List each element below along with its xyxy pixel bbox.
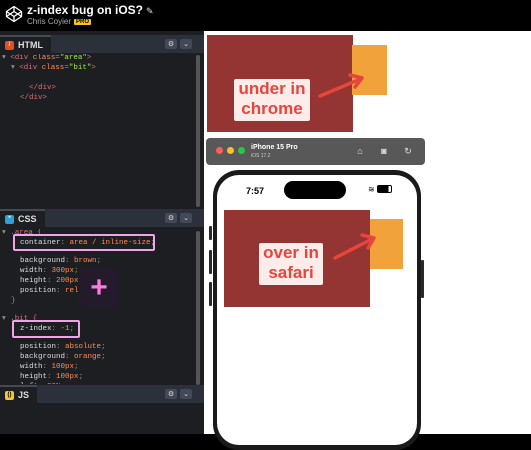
highlight-container-line bbox=[13, 234, 155, 251]
screenshot-camera-icon[interactable]: ◙ bbox=[378, 145, 390, 157]
rotate-icon[interactable]: ↻ bbox=[402, 145, 414, 157]
tab-js[interactable]: () JS bbox=[0, 385, 38, 403]
html-icon: / bbox=[5, 40, 14, 50]
arrow-icon-bottom bbox=[333, 233, 376, 260]
tab-js-label: JS bbox=[18, 390, 30, 400]
html-code-area[interactable]: ▾ <div class="area"> ▾ <div class="bit">… bbox=[0, 54, 196, 204]
author-name[interactable]: Chris Coyier bbox=[27, 17, 71, 26]
close-window-icon[interactable] bbox=[216, 147, 223, 154]
js-settings-gear-icon[interactable]: ⚙ bbox=[165, 389, 177, 399]
zoom-window-icon[interactable] bbox=[238, 147, 245, 154]
simulator-os-version: iOS 17.2 bbox=[251, 153, 271, 159]
html-collapse-chevron-icon[interactable]: ⌄ bbox=[180, 39, 192, 49]
edit-pencil-icon[interactable]: ✎ bbox=[146, 6, 154, 16]
css-editor-header: * CSS ⚙ ⌄ bbox=[0, 209, 204, 227]
phone-power-button bbox=[421, 260, 424, 298]
minimize-window-icon[interactable] bbox=[227, 147, 234, 154]
css-icon: * bbox=[5, 214, 14, 224]
label-over-in-safari: over in safari bbox=[259, 243, 323, 285]
code-line: background: orange; bbox=[20, 353, 106, 361]
code-line: height: 100px; bbox=[20, 373, 84, 381]
simulator-title-bar[interactable]: iPhone 15 Pro iOS 17.2 ⌂ ◙ ↻ bbox=[206, 138, 425, 165]
phone-volume-up-button bbox=[209, 250, 212, 274]
code-line: </div> bbox=[20, 94, 48, 102]
js-icon: () bbox=[5, 390, 14, 400]
phone-volume-down-button bbox=[209, 282, 212, 306]
code-line: ▾ <div class="bit"> bbox=[11, 64, 96, 72]
author-line: Chris Coyier PRO bbox=[27, 17, 92, 26]
tab-css[interactable]: * CSS bbox=[0, 209, 45, 227]
tab-html[interactable]: / HTML bbox=[0, 35, 51, 53]
arrow-icon-top bbox=[318, 73, 364, 98]
code-line: position: absolute; bbox=[20, 343, 106, 351]
top-bar: z-index bug on iOS? ✎ Chris Coyier PRO bbox=[0, 0, 531, 31]
css-collapse-chevron-icon[interactable]: ⌄ bbox=[180, 213, 192, 223]
wifi-icon: ≋ bbox=[368, 185, 375, 194]
label-bottom-line2: safari bbox=[268, 263, 314, 282]
status-time: 7:57 bbox=[246, 186, 265, 196]
label-top-line1: under in bbox=[238, 79, 306, 98]
home-icon[interactable]: ⌂ bbox=[354, 145, 366, 157]
code-line: width: 100px; bbox=[20, 363, 79, 371]
code-line: left: 80% bbox=[2, 383, 61, 384]
tab-html-label: HTML bbox=[18, 40, 43, 50]
codepen-logo-icon[interactable] bbox=[5, 5, 23, 23]
js-collapse-chevron-icon[interactable]: ⌄ bbox=[180, 389, 192, 399]
code-line: ▾ <div class="area"> bbox=[2, 54, 92, 62]
battery-icon bbox=[376, 185, 392, 193]
editors-column: / HTML ⚙ ⌄ ▾ <div class="area"> ▾ <div c… bbox=[0, 31, 204, 434]
add-plus-button[interactable]: + bbox=[79, 268, 119, 307]
html-scrollbar[interactable] bbox=[196, 55, 200, 207]
css-scrollbar[interactable] bbox=[196, 231, 200, 385]
label-under-in-chrome: under in chrome bbox=[234, 79, 310, 121]
code-line: width: 300px; bbox=[20, 267, 79, 275]
status-icons: ≋ bbox=[368, 185, 392, 194]
code-line: } bbox=[11, 297, 16, 305]
pen-title[interactable]: z-index bug on iOS? ✎ bbox=[27, 3, 154, 17]
pro-badge: PRO bbox=[74, 19, 92, 25]
phone-action-button bbox=[209, 226, 212, 240]
code-line: background: brown; bbox=[20, 257, 102, 265]
code-line: </div> bbox=[29, 84, 57, 92]
code-line: height: 200px; bbox=[20, 277, 83, 285]
html-editor-header: / HTML ⚙ ⌄ bbox=[0, 35, 204, 53]
label-top-line2: chrome bbox=[241, 99, 303, 118]
tab-css-label: CSS bbox=[18, 214, 37, 224]
highlight-z-index-line bbox=[12, 320, 80, 338]
html-settings-gear-icon[interactable]: ⚙ bbox=[165, 39, 177, 49]
label-bottom-line1: over in bbox=[263, 243, 319, 262]
simulator-device-name: iPhone 15 Pro bbox=[251, 144, 298, 151]
css-settings-gear-icon[interactable]: ⚙ bbox=[165, 213, 177, 223]
js-editor-header: () JS ⚙ ⌄ bbox=[0, 385, 204, 403]
dynamic-island bbox=[284, 181, 346, 199]
pen-title-text: z-index bug on iOS? bbox=[27, 3, 143, 17]
